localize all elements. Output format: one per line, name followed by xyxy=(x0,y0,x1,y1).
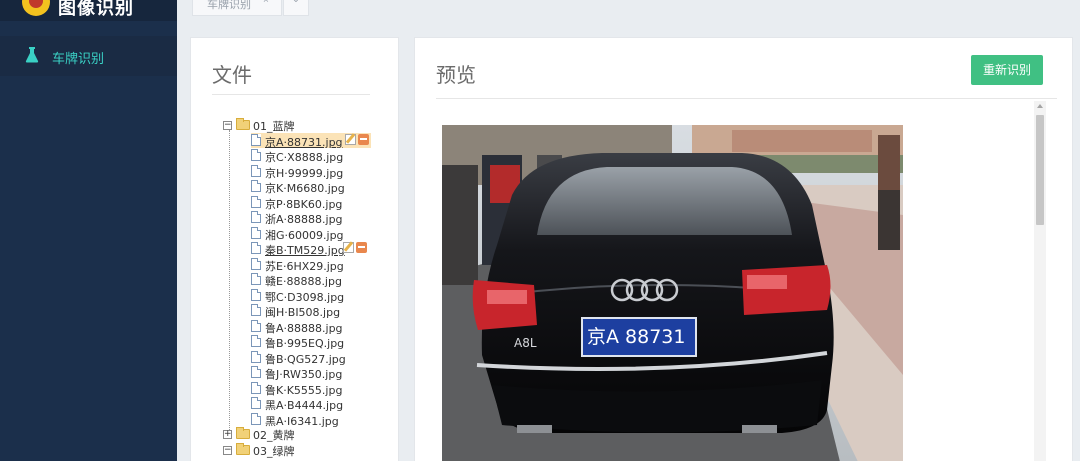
file-icon xyxy=(251,335,261,347)
file-icon xyxy=(251,165,261,177)
file-name: 鄂C·D3098.jpg xyxy=(265,291,345,304)
edit-icon[interactable] xyxy=(345,134,356,145)
file-icon xyxy=(251,273,261,285)
re-recognize-button[interactable]: 重新识别 xyxy=(971,55,1043,85)
file-icon xyxy=(251,304,261,316)
tree-guide-line xyxy=(229,130,230,430)
delete-icon[interactable] xyxy=(356,242,367,253)
file-item[interactable]: 京A·88731.jpg xyxy=(251,133,371,149)
preview-image: 京A 88731 A8L xyxy=(442,125,903,461)
files-panel: 文件 − 01_蓝牌 京A·88731.jpg 京C·X8888.jpg 京H·… xyxy=(190,37,399,461)
file-icon xyxy=(251,180,261,192)
divider xyxy=(436,98,1057,99)
file-name: 京H·99999.jpg xyxy=(265,167,344,180)
folder-name: 03_绿牌 xyxy=(253,445,295,458)
file-item[interactable]: 秦B·TM529.jpg xyxy=(251,241,371,257)
file-icon xyxy=(251,366,261,378)
file-name: 京K·M6680.jpg xyxy=(265,182,345,195)
delete-icon[interactable] xyxy=(358,134,369,145)
tab-plate-recognition[interactable]: 车牌识别 × xyxy=(192,0,282,16)
file-name: 京C·X8888.jpg xyxy=(265,151,344,164)
collapse-icon[interactable]: − xyxy=(223,446,232,455)
file-actions xyxy=(345,134,371,146)
tab-label: 车牌识别 xyxy=(207,0,251,11)
file-name: 黑A·B4444.jpg xyxy=(265,399,344,412)
file-icon xyxy=(251,134,261,146)
tab-bar: 车牌识别 × ⌄ xyxy=(177,0,1080,18)
file-icon xyxy=(251,382,261,394)
file-name: 鲁B·QG527.jpg xyxy=(265,353,346,366)
file-name: 京A·88731.jpg xyxy=(265,136,343,149)
car-photo: 京A 88731 A8L xyxy=(442,125,903,461)
file-name: 鲁K·K5555.jpg xyxy=(265,384,343,397)
folder-icon xyxy=(236,118,250,130)
scroll-up-icon[interactable] xyxy=(1037,104,1043,108)
folder-name: 02_黄牌 xyxy=(253,429,295,442)
file-name: 赣E·88888.jpg xyxy=(265,275,342,288)
expand-icon[interactable]: + xyxy=(223,430,232,439)
chevron-down-icon[interactable]: ⌄ xyxy=(283,0,309,16)
sidebar-item-plate-recognition[interactable]: 车牌识别 xyxy=(0,36,177,76)
app-title: 图像识别 xyxy=(58,0,134,18)
flask-icon xyxy=(25,47,39,63)
file-name: 鲁J·RW350.jpg xyxy=(265,368,343,381)
file-icon xyxy=(251,258,261,270)
file-icon xyxy=(251,196,261,208)
folder-icon xyxy=(236,427,250,439)
file-icon xyxy=(251,149,261,161)
file-icon xyxy=(251,242,261,254)
file-actions xyxy=(343,242,369,254)
folder-icon xyxy=(236,443,250,455)
file-name: 苏E·6HX29.jpg xyxy=(265,260,344,273)
close-icon[interactable]: × xyxy=(263,0,269,6)
file-icon xyxy=(251,227,261,239)
file-name: 秦B·TM529.jpg xyxy=(265,244,345,257)
sidebar: 图像识别 车牌识别 xyxy=(0,0,177,461)
file-icon xyxy=(251,413,261,425)
divider xyxy=(212,94,370,95)
file-name: 鲁A·88888.jpg xyxy=(265,322,343,335)
preview-panel: 预览 重新识别 京A 88731 A8L xyxy=(414,37,1073,461)
plate-text: 京A 88731 xyxy=(587,326,685,348)
file-name: 鲁B·995EQ.jpg xyxy=(265,337,345,350)
scroll-thumb[interactable] xyxy=(1036,115,1044,225)
file-name: 闽H·BI508.jpg xyxy=(265,306,341,319)
file-icon xyxy=(251,289,261,301)
brand-header: 图像识别 xyxy=(0,0,177,21)
file-icon xyxy=(251,397,261,409)
preview-heading: 预览 xyxy=(436,65,476,87)
file-icon xyxy=(251,211,261,223)
file-name: 京P·8BK60.jpg xyxy=(265,198,343,211)
folder-name: 01_蓝牌 xyxy=(253,120,295,133)
app-logo-icon xyxy=(22,0,50,16)
sidebar-item-label: 车牌识别 xyxy=(52,51,105,66)
edit-icon[interactable] xyxy=(343,242,354,253)
file-icon xyxy=(251,351,261,363)
collapse-icon[interactable]: − xyxy=(223,121,232,130)
preview-scrollbar[interactable] xyxy=(1034,101,1046,461)
files-heading: 文件 xyxy=(212,65,252,87)
file-name: 浙A·88888.jpg xyxy=(265,213,343,226)
car-badge: A8L xyxy=(514,336,537,350)
file-icon xyxy=(251,320,261,332)
